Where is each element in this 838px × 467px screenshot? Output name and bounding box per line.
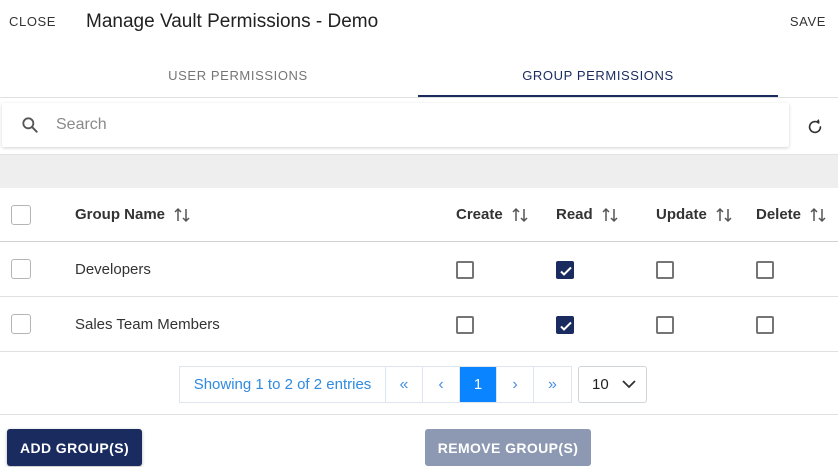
dialog-title: Manage Vault Permissions - Demo xyxy=(86,11,379,32)
check-icon xyxy=(560,321,572,331)
delete-permission-cell xyxy=(756,297,774,351)
search-bar xyxy=(2,103,789,147)
tab-group-permissions[interactable]: GROUP PERMISSIONS xyxy=(418,52,778,98)
active-tab-indicator xyxy=(418,95,778,97)
group-name: Developers xyxy=(75,260,151,278)
create-permission-cell xyxy=(456,297,474,351)
next-page-button[interactable]: › xyxy=(497,367,534,402)
footer-divider xyxy=(0,414,838,415)
chevron-down-icon xyxy=(622,380,636,389)
table-row: Developers xyxy=(0,242,838,297)
read-checkbox[interactable] xyxy=(556,316,574,334)
column-header-group-name[interactable]: Group Name xyxy=(75,188,191,241)
group-name: Sales Team Members xyxy=(75,315,220,333)
create-checkbox[interactable] xyxy=(456,316,474,334)
read-permission-cell xyxy=(556,242,574,296)
sort-icon[interactable] xyxy=(601,206,619,224)
remove-groups-button[interactable]: REMOVE GROUP(S) xyxy=(425,429,591,466)
update-permission-cell xyxy=(656,297,674,351)
delete-permission-cell xyxy=(756,242,774,296)
pagination-info: Showing 1 to 2 of 2 entries xyxy=(180,367,386,402)
search-input[interactable] xyxy=(56,113,756,137)
delete-checkbox[interactable] xyxy=(756,261,774,279)
column-header-delete[interactable]: Delete xyxy=(756,188,827,241)
column-header-create[interactable]: Create xyxy=(456,188,529,241)
close-button[interactable]: CLOSE xyxy=(9,14,56,29)
table-row: Sales Team Members xyxy=(0,297,838,352)
pagination: Showing 1 to 2 of 2 entries « ‹ 1 › » xyxy=(179,366,572,403)
refresh-icon[interactable] xyxy=(805,117,825,137)
row-select-checkbox[interactable] xyxy=(11,314,31,334)
create-permission-cell xyxy=(456,242,474,296)
select-all-cell xyxy=(11,188,31,241)
save-button[interactable]: SAVE xyxy=(790,14,826,29)
sort-icon[interactable] xyxy=(511,206,529,224)
column-header-label: Read xyxy=(556,206,593,223)
page-size-select[interactable]: 10 xyxy=(578,366,647,403)
column-header-label: Group Name xyxy=(75,206,166,223)
update-checkbox[interactable] xyxy=(656,261,674,279)
sort-icon[interactable] xyxy=(173,206,191,224)
sort-icon[interactable] xyxy=(715,206,733,224)
update-checkbox[interactable] xyxy=(656,316,674,334)
group-permissions-table: Group Name Create Read Update Delete Dev… xyxy=(0,188,838,352)
create-checkbox[interactable] xyxy=(456,261,474,279)
row-select-cell xyxy=(11,242,31,296)
read-checkbox[interactable] xyxy=(556,261,574,279)
delete-checkbox[interactable] xyxy=(756,316,774,334)
column-header-label: Update xyxy=(656,206,707,223)
column-header-label: Create xyxy=(456,206,503,223)
search-icon xyxy=(22,117,38,133)
column-header-update[interactable]: Update xyxy=(656,188,733,241)
row-select-cell xyxy=(11,297,31,351)
page-1-button[interactable]: 1 xyxy=(460,367,497,402)
tab-user-permissions[interactable]: USER PERMISSIONS xyxy=(58,52,418,98)
update-permission-cell xyxy=(656,242,674,296)
page-size-value: 10 xyxy=(592,376,609,393)
dialog-header: CLOSE Manage Vault Permissions - Demo SA… xyxy=(0,0,838,44)
read-permission-cell xyxy=(556,297,574,351)
column-header-read[interactable]: Read xyxy=(556,188,619,241)
table-header-row: Group Name Create Read Update Delete xyxy=(0,188,838,242)
select-all-checkbox[interactable] xyxy=(11,204,31,225)
sort-icon[interactable] xyxy=(809,206,827,224)
add-groups-button[interactable]: ADD GROUP(S) xyxy=(7,429,142,466)
permission-tabs: USER PERMISSIONS GROUP PERMISSIONS xyxy=(0,52,838,98)
check-icon xyxy=(560,266,572,276)
prev-page-button[interactable]: ‹ xyxy=(423,367,460,402)
table-toolbar-band xyxy=(0,154,838,188)
last-page-button[interactable]: » xyxy=(534,367,571,402)
row-select-checkbox[interactable] xyxy=(11,259,31,279)
first-page-button[interactable]: « xyxy=(386,367,423,402)
column-header-label: Delete xyxy=(756,206,802,223)
